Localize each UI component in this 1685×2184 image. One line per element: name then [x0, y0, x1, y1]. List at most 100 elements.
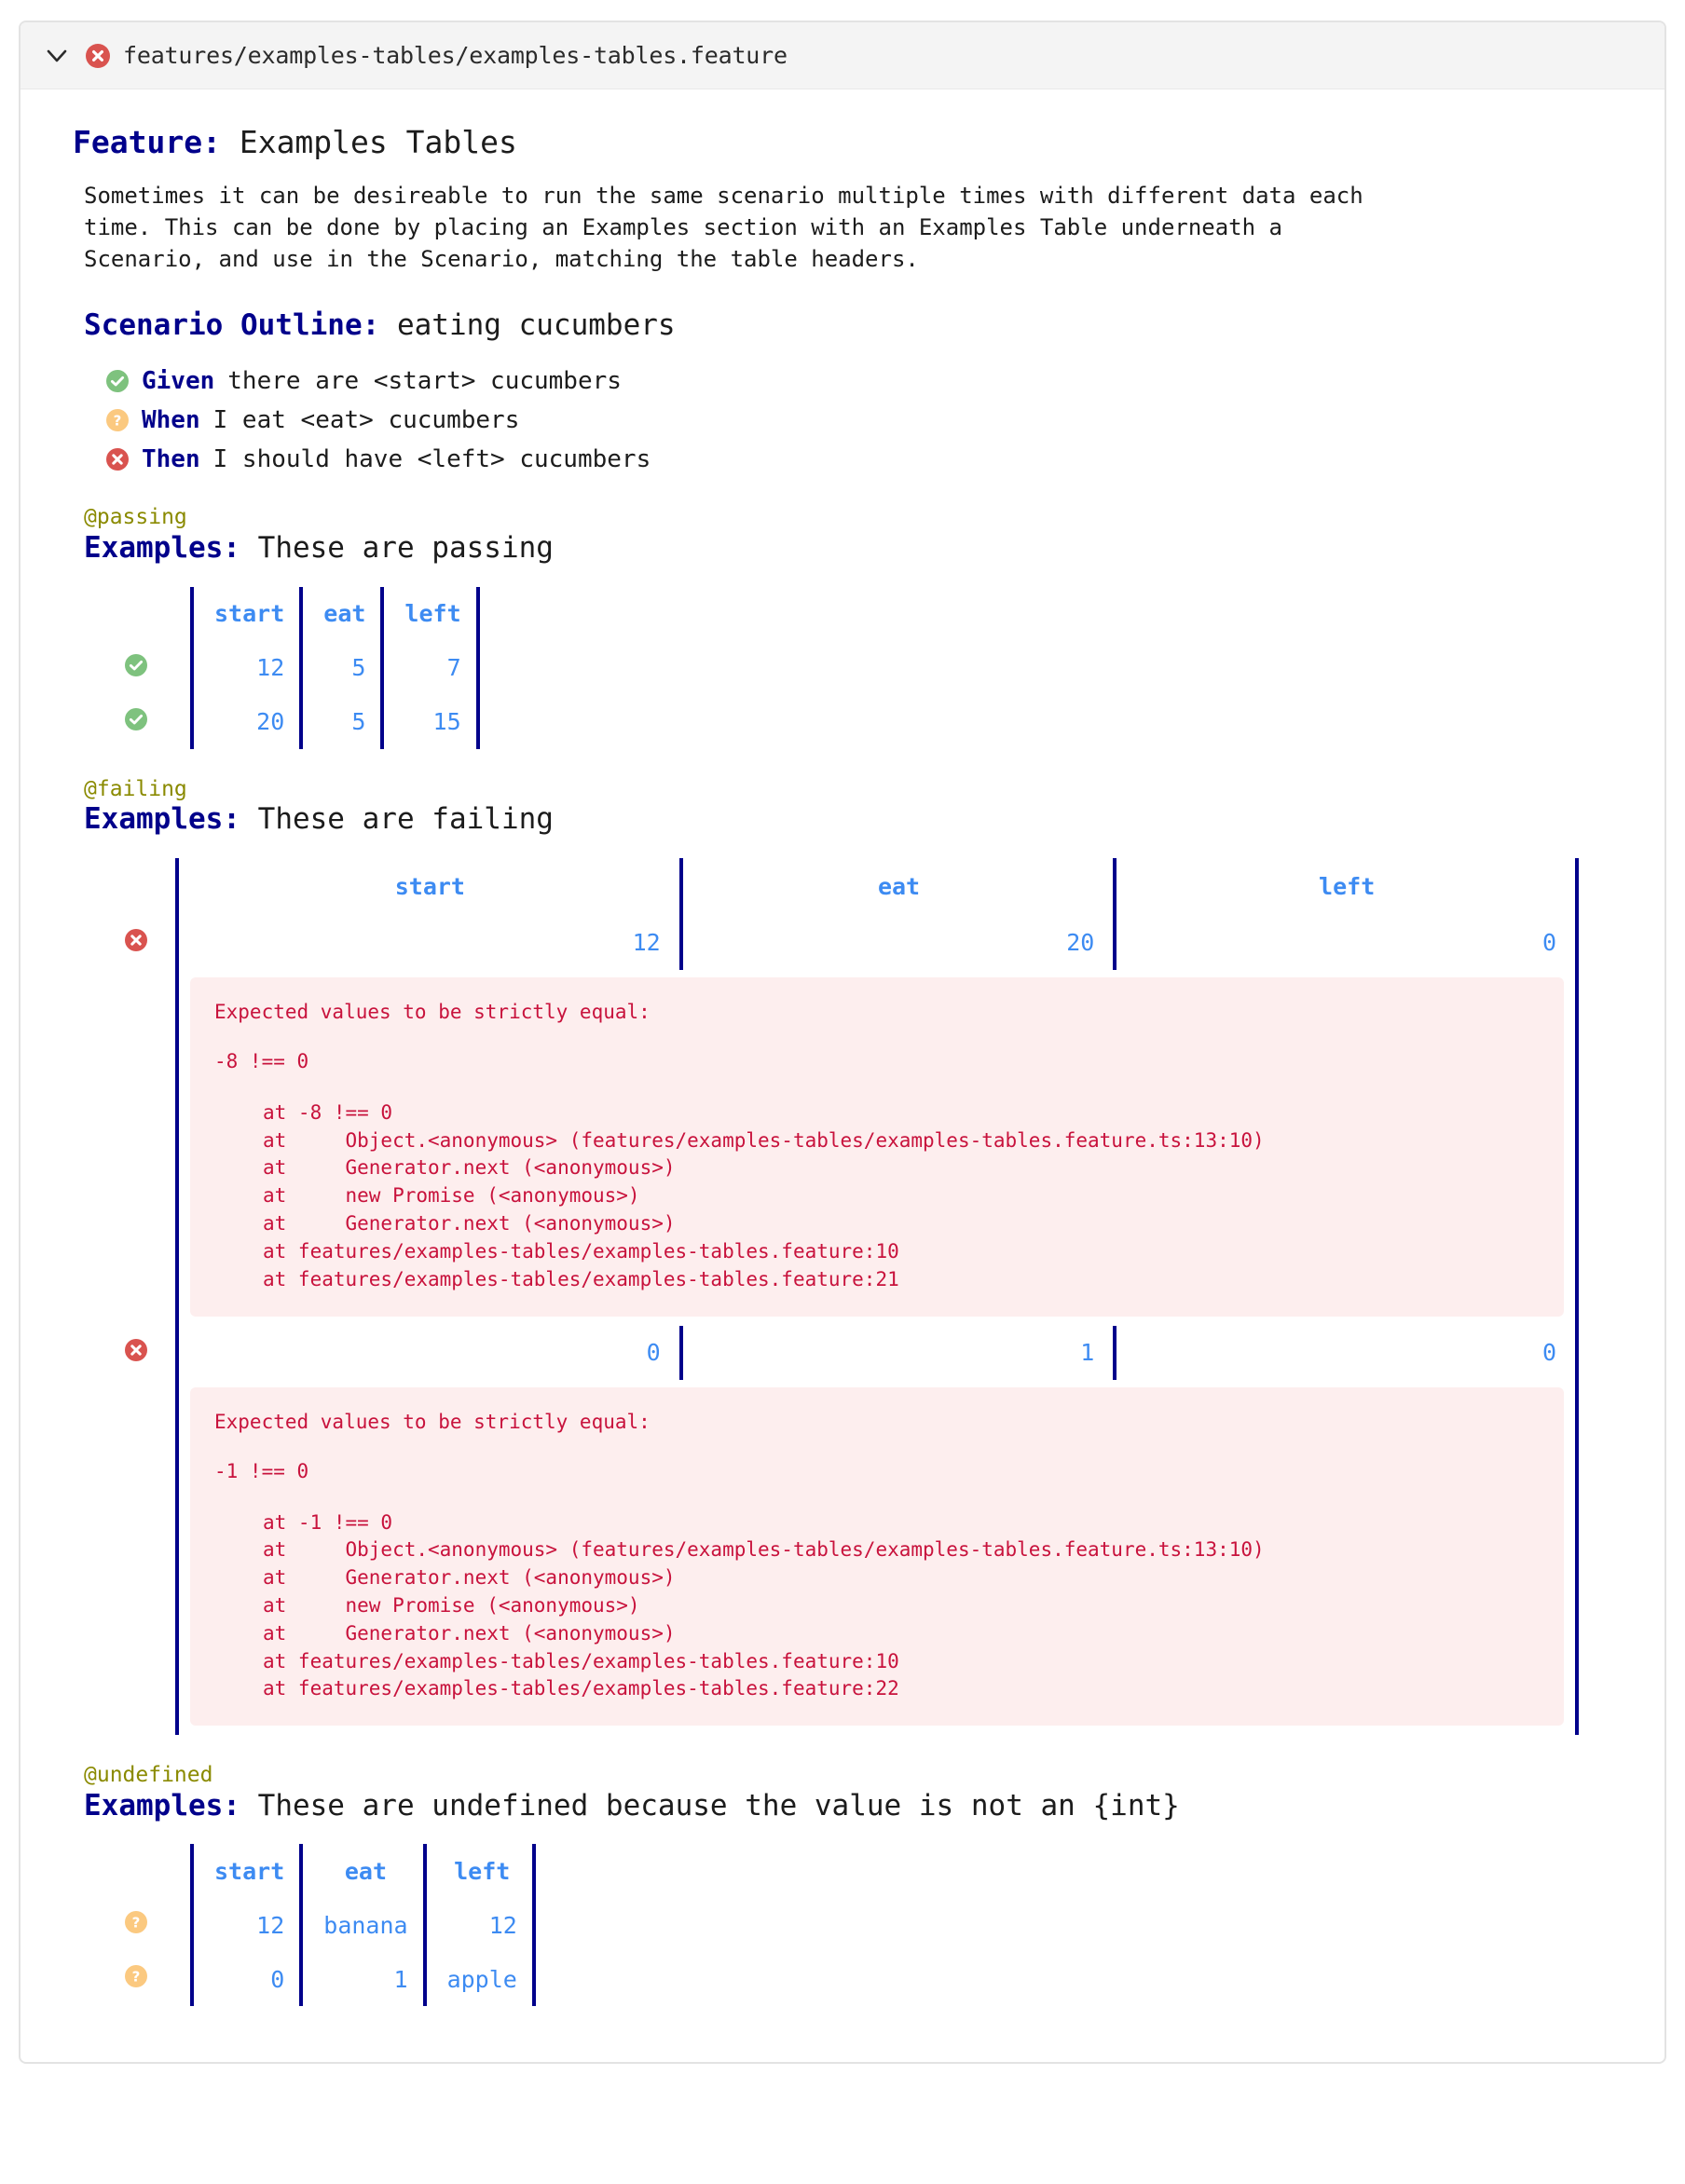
column-header: eat	[299, 1844, 425, 1899]
row-status-cell	[125, 1326, 177, 1380]
table-cell: 1	[299, 1952, 425, 2007]
error-cell: Expected values to be strictly equal: -1…	[175, 1379, 1579, 1736]
step-row: Given there are <start> cucumbers	[106, 364, 1633, 400]
row-status-cell	[125, 641, 192, 695]
file-header[interactable]: features/examples-tables/examples-tables…	[21, 22, 1664, 89]
examples-table: start eat left 12 5 7 20 5 15	[125, 586, 480, 749]
undefined-icon: ?	[125, 1965, 147, 1988]
column-header: start	[189, 586, 302, 641]
examples-table: start eat left 12 20 0 Expected values t…	[125, 857, 1579, 1736]
error-title: Expected values to be strictly equal:	[214, 1410, 651, 1433]
table-cell: 20	[678, 915, 1116, 970]
examples-tag: @undefined	[84, 1763, 213, 1788]
table-cell: banana	[299, 1898, 425, 1953]
table-header-row: start eat left	[125, 857, 1579, 916]
error-title: Expected values to be strictly equal:	[214, 1000, 651, 1023]
feature-keyword: Feature:	[73, 124, 221, 160]
examples-keyword: Examples:	[84, 802, 240, 837]
table-cell: 1	[678, 1325, 1116, 1380]
failed-icon	[86, 43, 110, 68]
examples-section-undefined: @undefined Examples: These are undefined…	[52, 1763, 1633, 2007]
step-keyword: When	[142, 406, 200, 435]
step-text: there are <start> cucumbers	[227, 367, 622, 396]
table-cell: 5	[299, 694, 383, 749]
failed-icon	[125, 928, 147, 951]
examples-table: start eat left ? 12 banana 12 ? 0 1 appl…	[125, 1844, 536, 2007]
table-cell: 0	[1113, 1325, 1579, 1380]
feature-body: Feature: Examples Tables Sometimes it ca…	[21, 89, 1664, 2062]
table-cell: 12	[189, 1898, 302, 1953]
row-status-cell	[125, 1844, 192, 1898]
step-text: I should have <left> cucumbers	[212, 444, 651, 473]
table-row: 12 5 7	[125, 640, 480, 695]
examples-name: These are undefined because the value is…	[257, 1788, 1180, 1822]
failed-icon	[106, 447, 129, 471]
svg-text:?: ?	[132, 1969, 141, 1986]
error-cell: Expected values to be strictly equal: -8…	[175, 969, 1579, 1326]
table-row: ? 12 banana 12	[125, 1898, 536, 1953]
table-cell: 0	[1113, 915, 1579, 970]
examples-table-wrap: start eat left ? 12 banana 12 ? 0 1 appl…	[125, 1844, 1633, 2007]
table-error-row: Expected values to be strictly equal: -1…	[125, 1379, 1579, 1736]
examples-heading: Examples: These are failing	[84, 801, 1633, 838]
row-status-cell	[125, 1380, 177, 1736]
examples-tag: @failing	[84, 776, 187, 801]
step-text: I eat <eat> cucumbers	[212, 406, 520, 435]
table-cell: 7	[380, 640, 480, 695]
table-cell: 12	[189, 640, 302, 695]
failed-icon	[125, 1338, 147, 1361]
step-row: Then I should have <left> cucumbers	[106, 443, 1633, 478]
table-cell: apple	[422, 1952, 536, 2007]
step-keyword: Given	[142, 367, 215, 396]
column-header: start	[189, 1844, 302, 1899]
table-row: 20 5 15	[125, 694, 480, 749]
feature-heading: Feature: Examples Tables	[73, 123, 1633, 163]
table-header-row: start eat left	[125, 586, 480, 641]
column-header: start	[175, 857, 681, 916]
error-stack-trace: at -1 !== 0 at Object.<anonymous> (featu…	[263, 1510, 1265, 1700]
table-error-row: Expected values to be strictly equal: -8…	[125, 969, 1579, 1326]
table-header-row: start eat left	[125, 1844, 536, 1899]
row-status-cell: ?	[125, 1898, 192, 1952]
error-message-box: Expected values to be strictly equal: -1…	[190, 1386, 1564, 1727]
column-header: eat	[299, 586, 383, 641]
table-cell: 12	[422, 1898, 536, 1953]
file-path-label: features/examples-tables/examples-tables…	[123, 42, 788, 69]
error-spacer	[214, 1437, 1540, 1457]
chevron-down-icon[interactable]	[41, 40, 73, 72]
column-header: left	[380, 586, 480, 641]
row-status-cell	[125, 970, 177, 1326]
examples-section-failing: @failing Examples: These are failing sta…	[52, 777, 1633, 1736]
row-status-cell	[125, 587, 192, 641]
table-cell: 12	[175, 915, 681, 970]
table-row: 12 20 0	[125, 915, 1579, 970]
error-message-box: Expected values to be strictly equal: -8…	[190, 976, 1564, 1317]
column-header: left	[422, 1844, 536, 1899]
column-header: eat	[678, 857, 1116, 916]
feature-report-card: features/examples-tables/examples-tables…	[19, 20, 1666, 2065]
step-keyword: Then	[142, 444, 200, 473]
svg-text:?: ?	[132, 1915, 141, 1931]
examples-heading: Examples: These are undefined because th…	[84, 1788, 1633, 1824]
scenario-name: eating cucumbers	[396, 308, 676, 343]
error-spacer	[214, 1027, 1540, 1047]
examples-name: These are passing	[257, 530, 554, 565]
row-status-cell: ?	[125, 1952, 192, 2006]
table-cell: 20	[189, 694, 302, 749]
row-status-cell	[125, 916, 177, 970]
step-row: ? When I eat <eat> cucumbers	[106, 403, 1633, 439]
examples-heading: Examples: These are passing	[84, 530, 1633, 566]
row-status-cell	[125, 858, 177, 916]
examples-keyword: Examples:	[84, 1788, 240, 1822]
passed-icon	[125, 653, 147, 676]
scenario-keyword: Scenario Outline:	[84, 308, 380, 343]
error-stack-trace: at -8 !== 0 at Object.<anonymous> (featu…	[263, 1100, 1265, 1290]
table-row: ? 0 1 apple	[125, 1952, 536, 2007]
error-diff: -1 !== 0	[214, 1460, 309, 1483]
table-cell: 0	[189, 1952, 302, 2007]
examples-keyword: Examples:	[84, 530, 240, 565]
undefined-icon: ?	[125, 1911, 147, 1934]
table-cell: 0	[175, 1325, 681, 1380]
scenario-steps: Given there are <start> cucumbers ? When…	[106, 364, 1633, 477]
passed-icon	[106, 370, 129, 393]
